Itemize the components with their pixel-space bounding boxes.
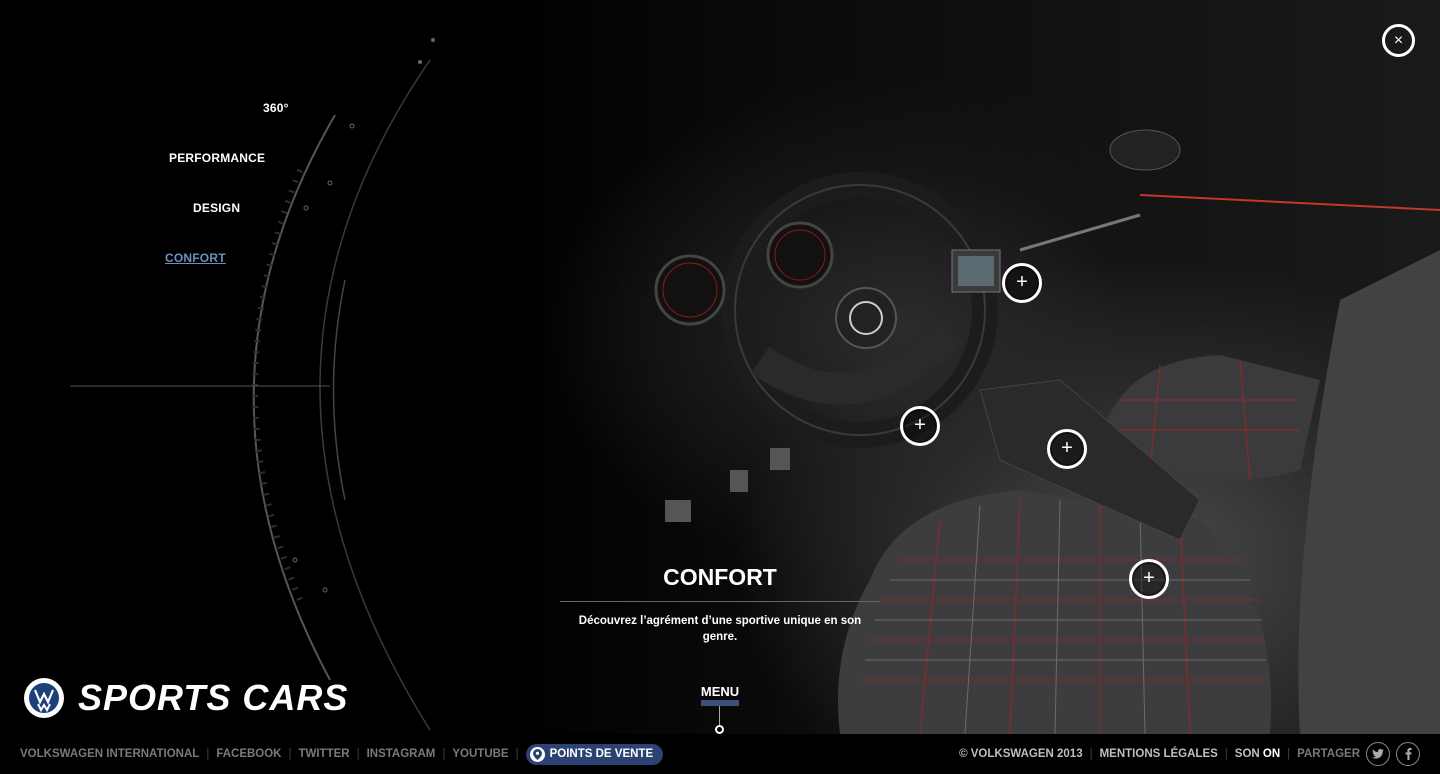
separator: |	[515, 748, 519, 760]
brand-title: SPORTS CARS	[78, 677, 349, 718]
footer-links: VOLKSWAGEN INTERNATIONAL | FACEBOOK | TW…	[20, 743, 664, 765]
points-de-vente-label: POINTS DE VENTE	[549, 748, 654, 760]
plus-icon: +	[1016, 271, 1028, 293]
section-divider	[560, 601, 880, 602]
separator: |	[356, 748, 360, 760]
twitter-icon[interactable]	[1366, 742, 1390, 766]
footer-right: © VOLKSWAGEN 2013 | MENTIONS LÉGALES | S…	[959, 742, 1420, 766]
nav-item-confort[interactable]: CONFORT	[165, 251, 226, 265]
separator: |	[1287, 748, 1291, 760]
nav-item-performance[interactable]: PERFORMANCE	[169, 151, 265, 165]
close-button[interactable]: ×	[1382, 24, 1415, 57]
section-description: Découvrez l’agrément d’une sportive uniq…	[578, 615, 862, 643]
sound-toggle[interactable]: SON ON	[1235, 748, 1280, 760]
sound-label: SON	[1234, 748, 1260, 760]
menu-dot[interactable]	[715, 725, 724, 734]
share-label: PARTAGER	[1297, 748, 1360, 760]
nav-item-360[interactable]: 360°	[263, 101, 289, 115]
points-de-vente-button[interactable]: POINTS DE VENTE	[525, 743, 664, 765]
section-title: CONFORT	[663, 564, 777, 590]
hotspot-button[interactable]: +	[1002, 263, 1042, 303]
menu-button[interactable]: MENU	[690, 684, 750, 699]
footer-link-facebook[interactable]: FACEBOOK	[216, 748, 281, 760]
hotspot-button[interactable]: +	[1129, 559, 1169, 599]
plus-icon: +	[914, 414, 926, 436]
sound-state: ON	[1262, 748, 1281, 760]
separator: |	[206, 748, 210, 760]
footer-link-instagram[interactable]: INSTAGRAM	[367, 748, 436, 760]
plus-icon: +	[1061, 437, 1073, 459]
mentions-legales-link[interactable]: MENTIONS LÉGALES	[1100, 748, 1218, 760]
separator: |	[288, 748, 292, 760]
nav-item-design[interactable]: DESIGN	[193, 201, 240, 215]
brand-logo[interactable]: SPORTS CARS	[24, 677, 348, 719]
vw-logo	[24, 678, 64, 718]
footer: VOLKSWAGEN INTERNATIONAL | FACEBOOK | TW…	[0, 734, 1440, 774]
menu-stem	[719, 706, 720, 726]
menu-underline	[701, 700, 739, 706]
separator: |	[442, 748, 446, 760]
copyright: © VOLKSWAGEN 2013	[959, 748, 1083, 760]
footer-link-volkswagen-international[interactable]: VOLKSWAGEN INTERNATIONAL	[20, 748, 199, 760]
close-icon: ×	[1393, 31, 1404, 49]
facebook-icon[interactable]	[1396, 742, 1420, 766]
footer-link-youtube[interactable]: YOUTUBE	[452, 748, 508, 760]
footer-link-twitter[interactable]: TWITTER	[298, 748, 349, 760]
plus-icon: +	[1143, 567, 1155, 589]
separator: |	[1224, 748, 1228, 760]
separator: |	[1089, 748, 1093, 760]
location-pin-icon	[529, 746, 545, 762]
hotspot-button[interactable]: +	[900, 406, 940, 446]
hotspot-button[interactable]: +	[1047, 429, 1087, 469]
